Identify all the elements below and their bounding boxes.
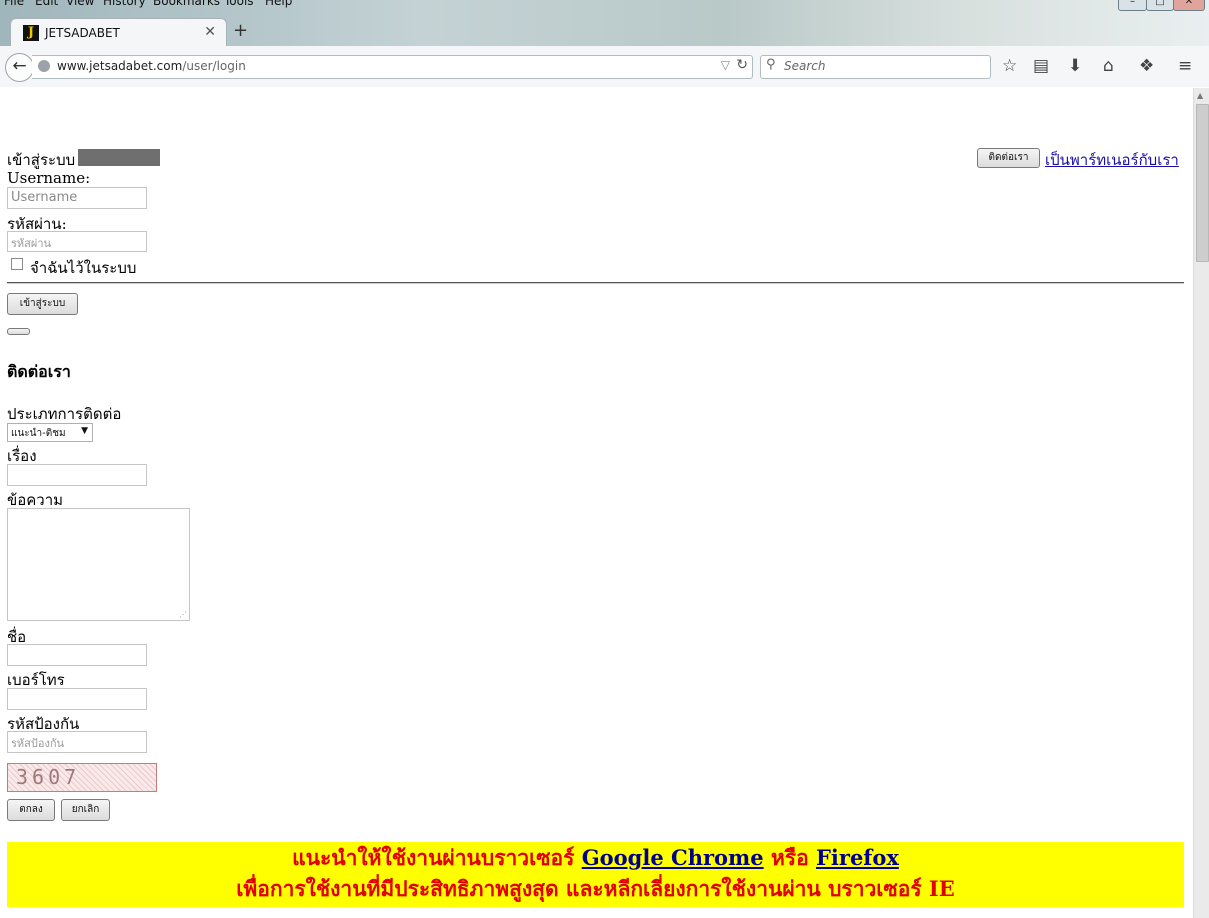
contact-us-button[interactable]: ติดต่อเรา: [977, 148, 1040, 168]
search-icon: ⚲: [766, 57, 776, 72]
message-textarea[interactable]: ⋰: [7, 508, 190, 621]
scroll-up-arrow-icon[interactable]: ▲: [1197, 91, 1203, 100]
notice-prefix: แนะนำให้ใช้งานผ่านบราวเซอร์: [292, 845, 575, 870]
menu-view[interactable]: View: [66, 0, 94, 8]
firefox-link[interactable]: Firefox: [816, 845, 899, 870]
home-icon[interactable]: ⌂: [1103, 56, 1114, 76]
download-icon[interactable]: ⬇: [1068, 56, 1082, 76]
captcha-code: 3607: [16, 765, 81, 789]
bookmark-star-icon[interactable]: ☆: [1002, 56, 1017, 76]
chevron-down-icon: ▼: [81, 426, 88, 436]
menu-help[interactable]: Help: [265, 0, 292, 8]
cancel-button[interactable]: ยกเลิก: [61, 799, 110, 821]
resize-grip-icon[interactable]: ⋰: [179, 610, 187, 619]
globe-icon: [38, 60, 50, 72]
page-content: เข้าสู่ระบบ ติดต่อเรา เป็นพาร์ทเนอร์กับเ…: [0, 88, 1193, 918]
login-button[interactable]: เข้าสู่ระบบ: [7, 293, 78, 315]
tab-title: JETSADABET: [45, 26, 120, 40]
pocket-icon[interactable]: ❖: [1139, 56, 1154, 76]
menu-tools[interactable]: Tools: [224, 0, 254, 8]
menu-bookmarks[interactable]: Bookmarks: [153, 0, 220, 8]
search-bar[interactable]: ⚲ Search: [760, 55, 991, 79]
vertical-scrollbar[interactable]: ▲: [1193, 88, 1209, 918]
notice-line-1: แนะนำให้ใช้งานผ่านบราวเซอร์ Google Chrom…: [7, 842, 1184, 873]
password-input[interactable]: รหัสผ่าน: [7, 231, 147, 252]
remember-label: จำฉันไว้ในระบบ: [30, 259, 137, 277]
reading-list-icon[interactable]: ▤: [1033, 56, 1049, 76]
browser-notice-banner: แนะนำให้ใช้งานผ่านบราวเซอร์ Google Chrom…: [7, 842, 1184, 907]
notice-line-2: เพื่อการใช้งานที่มีประสิทธิภาพสูงสุด และ…: [236, 876, 955, 901]
tab-close-icon[interactable]: ✕: [204, 24, 216, 40]
url-dropdown-icon[interactable]: ▽: [721, 58, 730, 72]
new-tab-icon[interactable]: +: [233, 20, 248, 41]
redacted-block: [78, 149, 160, 166]
url-bar[interactable]: www.jetsadabet.com/user/login ▽ ↻: [32, 55, 753, 79]
contact-heading: ติดต่อเรา: [7, 362, 71, 381]
remember-checkbox[interactable]: [11, 258, 23, 270]
close-window-button[interactable]: ✕: [1173, 0, 1205, 11]
name-input[interactable]: [7, 644, 147, 666]
scroll-thumb[interactable]: [1196, 104, 1209, 262]
url-text: www.jetsadabet.com/user/login: [57, 59, 246, 73]
divider: [7, 282, 1184, 284]
captcha-image: 3607: [7, 763, 157, 792]
contact-type-select[interactable]: แนะนำ-ติชม ▼: [7, 423, 93, 442]
tab-jetsadabet[interactable]: J JETSADABET ✕: [10, 18, 227, 47]
partner-link[interactable]: เป็นพาร์ทเนอร์กับเรา: [1045, 148, 1179, 172]
notice-or: หรือ: [770, 845, 809, 870]
menu-history[interactable]: History: [103, 0, 146, 8]
reload-icon[interactable]: ↻: [736, 57, 748, 73]
menu-file[interactable]: File: [4, 0, 24, 8]
ok-button[interactable]: ตกลง: [7, 799, 55, 821]
username-label: Username:: [7, 169, 91, 187]
empty-button[interactable]: [7, 328, 30, 335]
navigation-toolbar: ← www.jetsadabet.com/user/login ▽ ↻ ⚲ Se…: [0, 46, 1209, 87]
hamburger-menu-icon[interactable]: ≡: [1178, 56, 1192, 76]
url-domain: www.jetsadabet.com: [57, 59, 183, 73]
search-placeholder: Search: [784, 59, 826, 73]
username-input[interactable]: Username: [7, 187, 147, 209]
captcha-input[interactable]: รหัสป้องกัน: [7, 731, 147, 753]
tab-strip: J JETSADABET ✕ +: [0, 15, 1209, 47]
menu-edit[interactable]: Edit: [35, 0, 58, 8]
minimize-button[interactable]: –: [1118, 0, 1147, 11]
browser-chrome: File Edit View History Bookmarks Tools H…: [0, 0, 1209, 87]
contact-type-value: แนะนำ-ติชม: [11, 428, 66, 439]
url-path: /user/login: [182, 59, 246, 73]
back-arrow-icon[interactable]: ←: [5, 53, 34, 82]
phone-input[interactable]: [7, 688, 147, 710]
site-favicon-icon: J: [23, 25, 39, 41]
chrome-link[interactable]: Google Chrome: [582, 845, 764, 870]
maximize-button[interactable]: □: [1146, 0, 1174, 11]
subject-input[interactable]: [7, 464, 147, 486]
